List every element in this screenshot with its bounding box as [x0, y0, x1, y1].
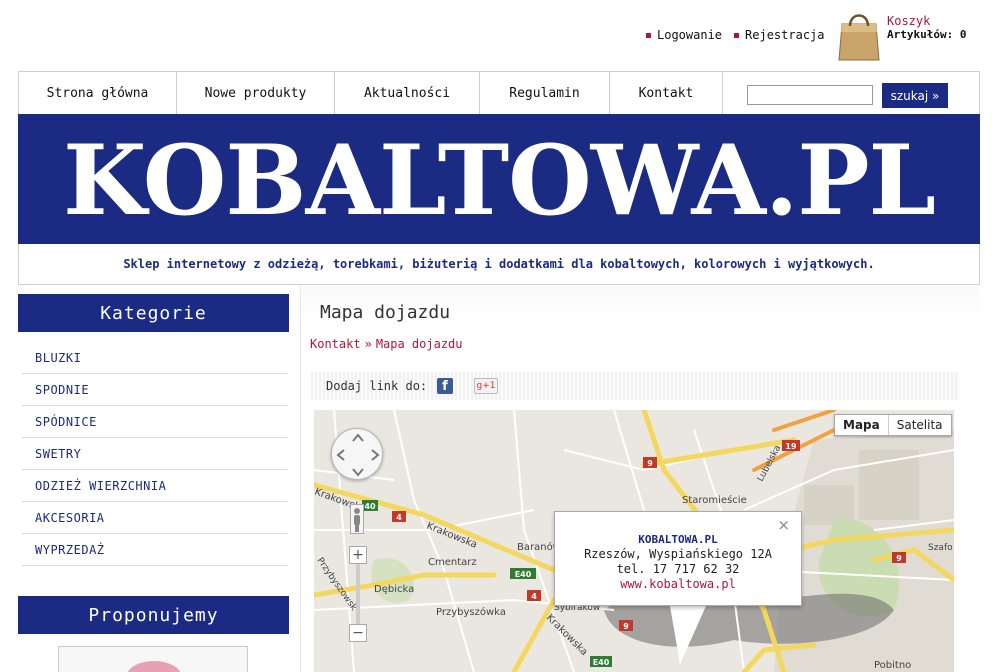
pan-control[interactable]: [331, 428, 383, 480]
bullet-icon: [734, 32, 740, 38]
pegman-icon[interactable]: [350, 504, 364, 534]
breadcrumb: Kontakt » Mapa dojazdu: [310, 337, 463, 351]
pan-arrows-icon: [336, 433, 380, 477]
info-address: Rzeszów, Wyspiańskiego 12A: [584, 547, 772, 561]
facebook-icon[interactable]: f: [437, 378, 453, 394]
zoom-out-button[interactable]: −: [349, 624, 367, 642]
banner: KOBALTOWA.PL: [18, 114, 980, 244]
map-type-satellite-button[interactable]: Satelita: [889, 415, 951, 435]
category-item-bluzki[interactable]: BLUZKI: [22, 342, 287, 374]
nav-item-news[interactable]: Aktualności: [335, 72, 480, 114]
map-label-road-9c: 9: [896, 554, 902, 563]
search-button[interactable]: szukaj »: [882, 83, 948, 108]
top-links: Logowanie Rejestracja: [646, 28, 825, 42]
map-label-szafow: Szafo: [928, 543, 953, 553]
cart-title: Koszyk: [887, 14, 931, 28]
map-label-road-4a: 4: [396, 513, 402, 522]
nav-item-rules[interactable]: Regulamin: [480, 72, 610, 114]
category-item-swetry[interactable]: SWETRY: [22, 438, 287, 470]
map-label-staromiescie: Staromieście: [682, 494, 747, 506]
nav-item-contact[interactable]: Kontakt: [610, 72, 723, 114]
zoom-slider[interactable]: [356, 564, 360, 626]
site-logo[interactable]: KOBALTOWA.PL: [63, 133, 936, 229]
login-label: Logowanie: [657, 28, 723, 42]
google-map[interactable]: 40 4 E40 4 9 19 9 E40 9 Krakowska Krakow…: [314, 410, 954, 672]
map-type-control: Mapa Satelita: [834, 414, 952, 436]
category-item-spodnie[interactable]: SPODNIE: [22, 374, 287, 406]
zoom-in-button[interactable]: +: [349, 546, 367, 564]
nav-item-new-products[interactable]: Nowe produkty: [177, 72, 335, 114]
cart-widget[interactable]: Koszyk Artykułów: 0: [836, 8, 986, 64]
search-input[interactable]: [747, 85, 873, 105]
login-link[interactable]: Logowanie: [646, 28, 722, 42]
cart-count: Artykułów: 0: [887, 28, 967, 41]
map-info-window: × KOBALTOWA.PL Rzeszów, Wyspiańskiego 12…: [554, 511, 802, 606]
shopping-bag-icon: [838, 14, 880, 61]
close-icon[interactable]: ×: [777, 518, 790, 533]
nav-item-home[interactable]: Strona główna: [19, 72, 177, 114]
map-label-road-4b: 4: [531, 592, 537, 601]
promo-heading: Proponujemy: [18, 596, 289, 634]
breadcrumb-separator: »: [364, 337, 372, 351]
category-item-wyprzedaz[interactable]: WYPRZEDAŻ: [22, 534, 287, 566]
category-item-spodnice[interactable]: SPÓDNICE: [22, 406, 287, 438]
category-item-odziez-wierzchnia[interactable]: ODZIEŻ WIERZCHNIA: [22, 470, 287, 502]
tagline: Sklep internetowy z odzieżą, torebkami, …: [123, 257, 875, 271]
info-window-tail: [670, 606, 706, 664]
promo-product-image[interactable]: [127, 661, 181, 672]
page-title: Mapa dojazdu: [320, 302, 451, 323]
share-label: Dodaj link do:: [326, 379, 428, 393]
map-label-road-9a: 9: [647, 459, 653, 468]
map-label-przybyszowka: Przybyszówka: [436, 606, 506, 618]
map-label-pobitno: Pobitno: [874, 660, 911, 671]
promo-product-card[interactable]: [58, 646, 248, 672]
map-type-map-button[interactable]: Mapa: [835, 415, 889, 435]
map-label-road-e40c: E40: [593, 658, 610, 667]
breadcrumb-contact[interactable]: Kontakt: [310, 337, 361, 351]
breadcrumb-current[interactable]: Mapa dojazdu: [376, 337, 463, 351]
share-bar: Dodaj link do: f g+1: [311, 372, 959, 400]
info-phone: tel. 17 717 62 32: [616, 562, 740, 576]
info-website-link[interactable]: www.kobaltowa.pl: [555, 577, 801, 592]
map-label-cmentarz: Cmentarz: [428, 557, 477, 568]
map-label-road-e40b: E40: [515, 570, 532, 579]
register-link[interactable]: Rejestracja: [734, 28, 825, 42]
register-label: Rejestracja: [745, 28, 825, 42]
sidebar-categories: Kategorie BLUZKI SPODNIE SPÓDNICE SWETRY…: [18, 294, 289, 566]
category-list: BLUZKI SPODNIE SPÓDNICE SWETRY ODZIEŻ WI…: [22, 342, 287, 566]
sidebar-promo: Proponujemy: [18, 596, 289, 634]
google-plus-icon[interactable]: g+1: [474, 378, 498, 394]
map-label-road-9b: 9: [623, 622, 629, 631]
map-label-road-19: 19: [785, 442, 797, 451]
category-item-akcesoria[interactable]: AKCESORIA: [22, 502, 287, 534]
map-label-debicka: Dębicka: [374, 584, 414, 595]
main-nav: Strona główna Nowe produkty Aktualności …: [18, 71, 980, 114]
info-store-name: KOBALTOWA.PL: [638, 533, 718, 546]
categories-heading: Kategorie: [18, 294, 289, 332]
bullet-icon: [646, 32, 651, 38]
tagline-box: Sklep internetowy z odzieżą, torebkami, …: [18, 244, 980, 285]
